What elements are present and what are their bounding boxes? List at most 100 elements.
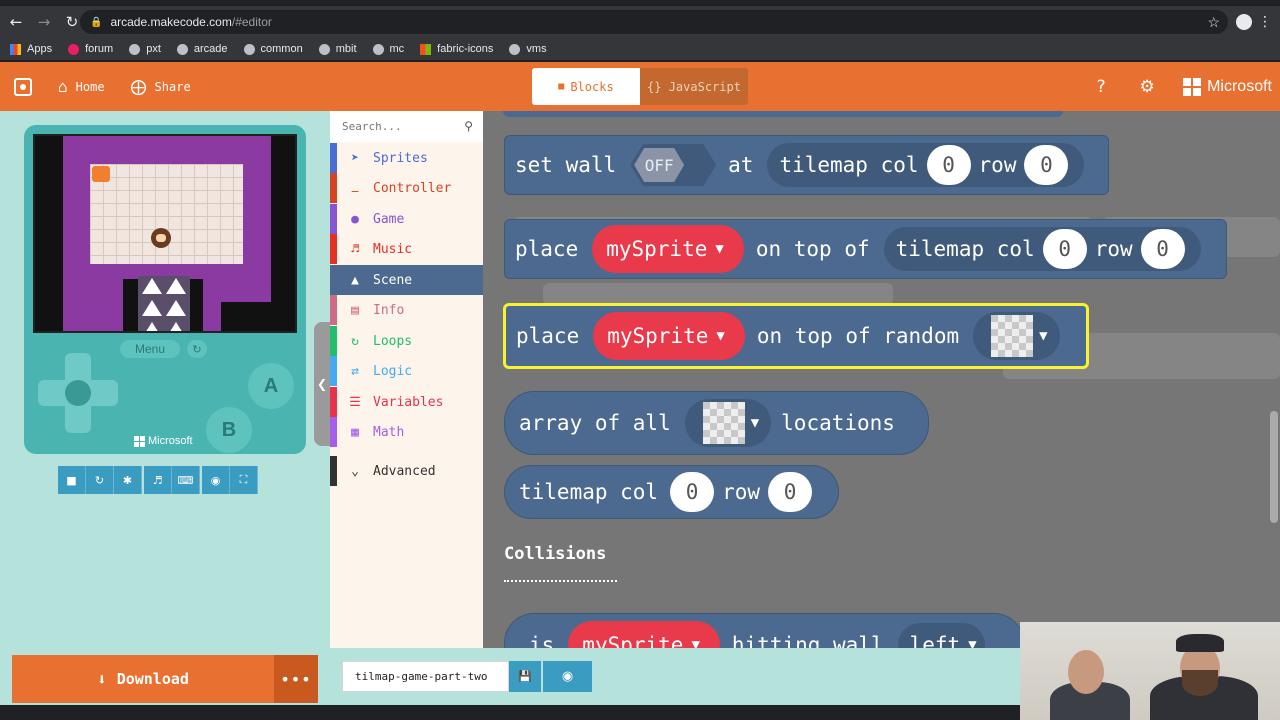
puzzle-icon: ■ [558, 81, 565, 92]
microsoft-logo[interactable]: Microsoft [1183, 77, 1272, 96]
search-icon[interactable]: ⚲ [464, 119, 473, 133]
github-icon[interactable]: ◉ [543, 661, 592, 692]
toolbox: ⚲ ➤Sprites ⚊Controller ●Game ♬Music ▲Sce… [330, 111, 483, 705]
tilemap-location-slot[interactable]: tilemap col 0 row 0 [767, 143, 1085, 187]
blocks-tab[interactable]: ■ Blocks [532, 68, 640, 105]
category-scene[interactable]: ▲ Scene [330, 265, 483, 295]
tile-picker[interactable]: ▼ [973, 312, 1060, 360]
help-icon[interactable]: ? [1091, 77, 1111, 97]
collapse-simulator-icon[interactable]: ❮ [314, 322, 330, 446]
browser-menu-icon[interactable]: ⋮ [1258, 12, 1272, 32]
bookmark-apps[interactable]: Apps [10, 43, 52, 55]
bookmark-vms[interactable]: vms [509, 43, 547, 55]
bookmarks-bar: Apps forum pxt arcade common mbit mc fab… [0, 38, 1280, 60]
col-input[interactable]: 0 [1042, 229, 1087, 269]
category-info[interactable]: ▤ Info [330, 295, 483, 325]
stop-icon[interactable]: ■ [58, 466, 86, 494]
bookmark-mbit[interactable]: mbit [318, 43, 357, 55]
category-controller[interactable]: ⚊ Controller [330, 173, 483, 203]
github-icon [318, 43, 330, 55]
profile-avatar[interactable] [1236, 14, 1252, 30]
header-right: ? ⚙ Microsoft [1091, 62, 1272, 111]
webcam-overlay [1020, 622, 1280, 720]
toolbox-search[interactable]: ⚲ [330, 111, 483, 142]
presenter-left-head [1068, 650, 1104, 694]
flyout-scrollbar[interactable] [1270, 411, 1278, 523]
project-name-input[interactable]: tilmap-game-part-two [342, 661, 509, 692]
tile-picker[interactable]: ▼ [684, 399, 772, 447]
sprite-dropdown[interactable]: mySprite ▼ [593, 312, 745, 360]
share-button[interactable]: ⨁ Share [131, 77, 191, 96]
row-input[interactable]: 0 [768, 472, 813, 512]
shuffle-icon: ⇄ [351, 363, 359, 379]
sprite-dropdown[interactable]: mySprite ▼ [568, 621, 720, 648]
place-random-block[interactable]: place mySprite ▼ on top of random ▼ [503, 303, 1089, 369]
category-game[interactable]: ● Game [330, 204, 483, 234]
gear-icon[interactable]: ⚙ [1137, 77, 1157, 97]
back-icon[interactable]: ← [4, 10, 28, 34]
arcade-logo-icon[interactable] [14, 77, 32, 96]
row-input[interactable]: 0 [1140, 229, 1185, 269]
screenshot-icon[interactable]: ◉ [202, 466, 230, 494]
download-icon: ⬇ [97, 669, 107, 689]
array-of-locations-block[interactable]: array of all ▼ locations [504, 391, 929, 455]
wall-toggle[interactable]: OFF [630, 144, 717, 186]
restart-icon[interactable]: ↻ [86, 466, 114, 494]
category-variables[interactable]: ☰ Variables [330, 387, 483, 417]
volume-icon[interactable]: ♬ [144, 466, 172, 494]
bookmark-fabric-icons[interactable]: fabric-icons [420, 43, 493, 55]
bookmark-pxt[interactable]: pxt [129, 43, 161, 55]
tilemap-col-block[interactable]: tilemap col 0 row 0 [504, 465, 839, 519]
set-wall-block[interactable]: set wall OFF at tilemap col 0 row 0 [504, 135, 1109, 195]
address-bar[interactable]: 🔒 arcade.makecode.com /#editor ☆ [80, 10, 1228, 34]
col-input[interactable]: 0 [926, 145, 971, 185]
sprite-dropdown[interactable]: mySprite ▼ [592, 225, 744, 273]
col-input[interactable]: 0 [670, 472, 715, 512]
bookmark-star-icon[interactable]: ☆ [1207, 14, 1220, 31]
forum-icon [68, 43, 80, 55]
dropdown-caret-icon: ▼ [1039, 328, 1048, 344]
transparent-tile-icon [702, 402, 745, 444]
category-sprites[interactable]: ➤ Sprites [330, 143, 483, 173]
a-button[interactable]: A [248, 363, 294, 409]
calculator-icon: ▦ [351, 424, 359, 440]
search-input[interactable] [342, 120, 452, 133]
hitting-wall-block[interactable]: is mySprite ▼ hitting wall left ▼ [504, 613, 1024, 648]
direction-dropdown[interactable]: left ▼ [897, 623, 985, 648]
javascript-tab[interactable]: {} JavaScript [640, 68, 748, 105]
category-music[interactable]: ♬ Music [330, 234, 483, 264]
tilemap-location-slot[interactable]: tilemap col 0 row 0 [883, 227, 1201, 271]
menu-button[interactable]: Menu [120, 340, 180, 358]
collisions-heading: Collisions [504, 544, 607, 564]
presenter-cap [1176, 634, 1224, 652]
github-icon [176, 43, 188, 55]
microsoft-squares-icon [1183, 77, 1202, 96]
dropdown-caret-icon: ▼ [716, 328, 725, 344]
category-advanced[interactable]: ⌄ Advanced [330, 456, 483, 486]
refresh-icon: ↻ [351, 333, 359, 349]
dpad[interactable] [38, 353, 118, 433]
bookmark-forum[interactable]: forum [68, 43, 113, 55]
category-math[interactable]: ▦ Math [330, 417, 483, 447]
row-input[interactable]: 0 [1024, 145, 1069, 185]
download-more-button[interactable]: ••• [274, 655, 318, 703]
fullscreen-icon[interactable]: ⛶ [230, 466, 258, 494]
keyboard-icon[interactable]: ⌨ [172, 466, 200, 494]
dropdown-caret-icon: ▼ [715, 241, 724, 257]
save-icon[interactable]: 💾 [509, 661, 541, 692]
home-button[interactable]: ⌂ Home [58, 77, 105, 96]
place-on-tile-block[interactable]: place mySprite ▼ on top of tilemap col 0 … [504, 219, 1227, 279]
category-loops[interactable]: ↻ Loops [330, 326, 483, 356]
forward-icon[interactable]: → [32, 10, 56, 34]
reset-icon[interactable]: ↻ [187, 340, 207, 358]
dropdown-caret-icon: ▼ [691, 637, 700, 648]
bookmark-mc[interactable]: mc [372, 43, 404, 55]
download-button[interactable]: ⬇ Download [12, 655, 274, 703]
category-logic[interactable]: ⇄ Logic [330, 356, 483, 386]
headphones-icon: ♬ [351, 241, 359, 257]
debug-icon[interactable]: ✱ [114, 466, 142, 494]
b-button[interactable]: B [206, 407, 252, 453]
bookmark-arcade[interactable]: arcade [176, 43, 228, 55]
bookmark-common[interactable]: common [243, 43, 303, 55]
game-screen[interactable] [33, 134, 297, 333]
